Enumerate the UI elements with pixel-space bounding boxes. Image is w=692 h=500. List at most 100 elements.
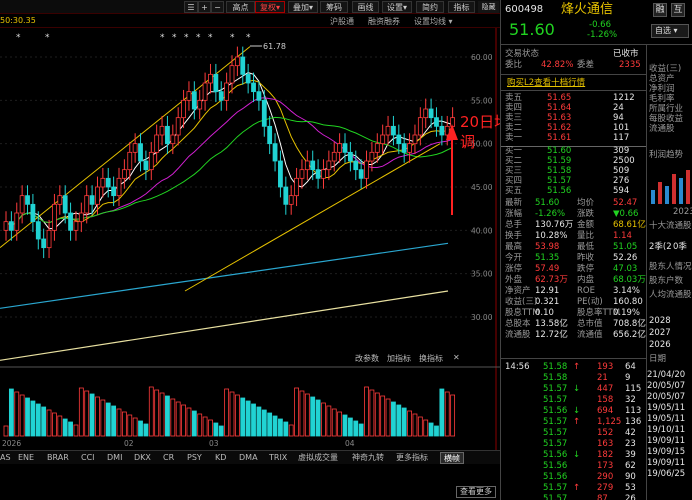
tick-count: 32: [625, 395, 636, 405]
candlestick-chart[interactable]: * * * * * * * * * 60.0055.0050.0045.0040.0035.00…: [0, 28, 500, 454]
margin-link[interactable]: 融资融券: [368, 16, 400, 27]
candle-body: [154, 134, 160, 153]
price-change-pct: -1.26%: [587, 30, 618, 40]
minus-icon[interactable]: −: [211, 1, 224, 13]
candle-body: [391, 125, 396, 136]
tab-ene[interactable]: ENE: [18, 452, 34, 464]
settings-button[interactable]: 设置▾: [382, 1, 412, 13]
tab-cr[interactable]: CR: [163, 452, 174, 464]
high-point-button[interactable]: 高点: [226, 1, 255, 13]
volume-bar: [369, 389, 375, 437]
diff-label: 委差: [577, 60, 595, 70]
swap-indicator-button[interactable]: 换指标: [419, 353, 443, 364]
tab-horizontal[interactable]: 横帧: [440, 452, 464, 464]
tab-psy[interactable]: PSY: [187, 452, 202, 464]
adjust-button[interactable]: 复权▾: [255, 1, 285, 13]
candle-body: [434, 117, 439, 127]
volume-bar: [245, 400, 251, 437]
star-icon: *: [160, 33, 165, 43]
candle-body: [46, 229, 52, 249]
close-icon[interactable]: ✕: [453, 353, 460, 362]
volume-bar: [52, 412, 57, 437]
chips-button[interactable]: 筹码: [320, 1, 348, 13]
candle-body: [218, 91, 224, 101]
date-item: 20/05/07: [647, 381, 686, 391]
tab-dma[interactable]: DMA: [239, 452, 258, 464]
volume-bars: [3, 386, 456, 437]
plus-icon[interactable]: +: [198, 1, 211, 13]
stat-value: 0.321: [535, 297, 560, 307]
candle-body: [326, 160, 332, 171]
tick-volume: 163: [597, 439, 614, 449]
date-item: 19/05/11: [647, 403, 686, 413]
ma-settings-link[interactable]: 设置均线 ▾: [414, 16, 453, 27]
margin-badge[interactable]: 融: [653, 3, 667, 17]
tab-magic-nine[interactable]: 神奇九转: [352, 452, 384, 464]
add-indicator-button[interactable]: 加指标: [387, 353, 411, 364]
volume-bar: [154, 389, 160, 437]
ask-volume: 117: [613, 133, 630, 143]
candle-body: [95, 186, 100, 205]
stat-label: 涨跌: [577, 209, 595, 219]
date-tick-label: 02: [124, 439, 134, 448]
stat-label: 换手: [505, 231, 523, 241]
volume-bar: [434, 425, 439, 437]
volume-bar: [358, 423, 364, 437]
stat-value: 130.76万: [535, 220, 574, 230]
candle-body: [380, 134, 386, 145]
tick-volume: 21: [597, 373, 608, 383]
ma120-line: [0, 290, 449, 361]
connect-badge[interactable]: 互: [671, 3, 685, 17]
volume-bar: [417, 416, 423, 437]
volume-bar: [261, 409, 267, 437]
tab-dmi[interactable]: DMI: [107, 452, 122, 464]
tick-price: 51.58: [543, 362, 568, 372]
candle-body: [261, 99, 267, 127]
tick-price: 51.57: [543, 483, 568, 493]
stat-value: 3.14%: [613, 286, 641, 296]
profit-trend-label: 利润趋势: [649, 150, 684, 160]
volume-bar: [3, 425, 9, 437]
tab-virtual-volume[interactable]: 虚拟成交量: [298, 452, 338, 464]
tab-dkx[interactable]: DKX: [134, 452, 151, 464]
tab-kd[interactable]: KD: [215, 452, 226, 464]
tab-brar[interactable]: BRAR: [47, 452, 69, 464]
volume-bar: [100, 399, 106, 437]
ask-price: 51.61: [547, 133, 572, 143]
watchlist-button[interactable]: 自选 ▾: [651, 24, 689, 38]
chart-subbar: 50:30.35 沪股通 融资融券 设置均线 ▾: [0, 14, 500, 28]
volume-bar: [288, 424, 294, 437]
stat-value: 0.19%: [613, 308, 641, 318]
l2-link[interactable]: 购买L2查看十档行情: [507, 78, 585, 89]
stat-label: 流通股: [505, 330, 531, 340]
date-item: 20/05/07: [647, 392, 686, 402]
draw-button[interactable]: 画线: [352, 1, 379, 13]
tab-more[interactable]: 更多指标: [396, 452, 428, 464]
candle-body: [342, 143, 348, 153]
volume-bar: [342, 414, 348, 437]
indicator-button[interactable]: 指标: [448, 1, 475, 13]
stat-label: 昨收: [577, 253, 595, 263]
tab-trix[interactable]: TRIX: [269, 452, 287, 464]
volume-bar: [321, 402, 326, 437]
stat-value: 52.47: [613, 198, 638, 208]
list-icon[interactable]: ☰: [184, 1, 198, 13]
view-more-button[interactable]: 查看更多: [456, 486, 496, 498]
stock-connect-link[interactable]: 沪股通: [330, 16, 354, 27]
simple-button[interactable]: 简约: [416, 1, 444, 13]
mini-profit-bar: [686, 170, 690, 204]
tab-cci[interactable]: CCI: [81, 452, 95, 464]
tab-as[interactable]: AS: [0, 452, 11, 464]
overlay-button[interactable]: 叠加▾: [288, 1, 318, 13]
volume-bar: [138, 420, 143, 437]
tick-count: 62: [625, 461, 636, 471]
hide-button[interactable]: 隐藏: [478, 1, 499, 13]
mini-profit-chart: [649, 160, 692, 208]
stars: * * * * * * * * *: [16, 33, 251, 43]
edit-params-button[interactable]: 改参数: [355, 353, 379, 364]
tick-price: 51.57: [543, 439, 568, 449]
date-tick-label: 2026: [2, 439, 21, 448]
candle-body: [186, 91, 192, 101]
date-item: 19/09/15: [647, 447, 686, 457]
volume-bar: [41, 406, 47, 437]
